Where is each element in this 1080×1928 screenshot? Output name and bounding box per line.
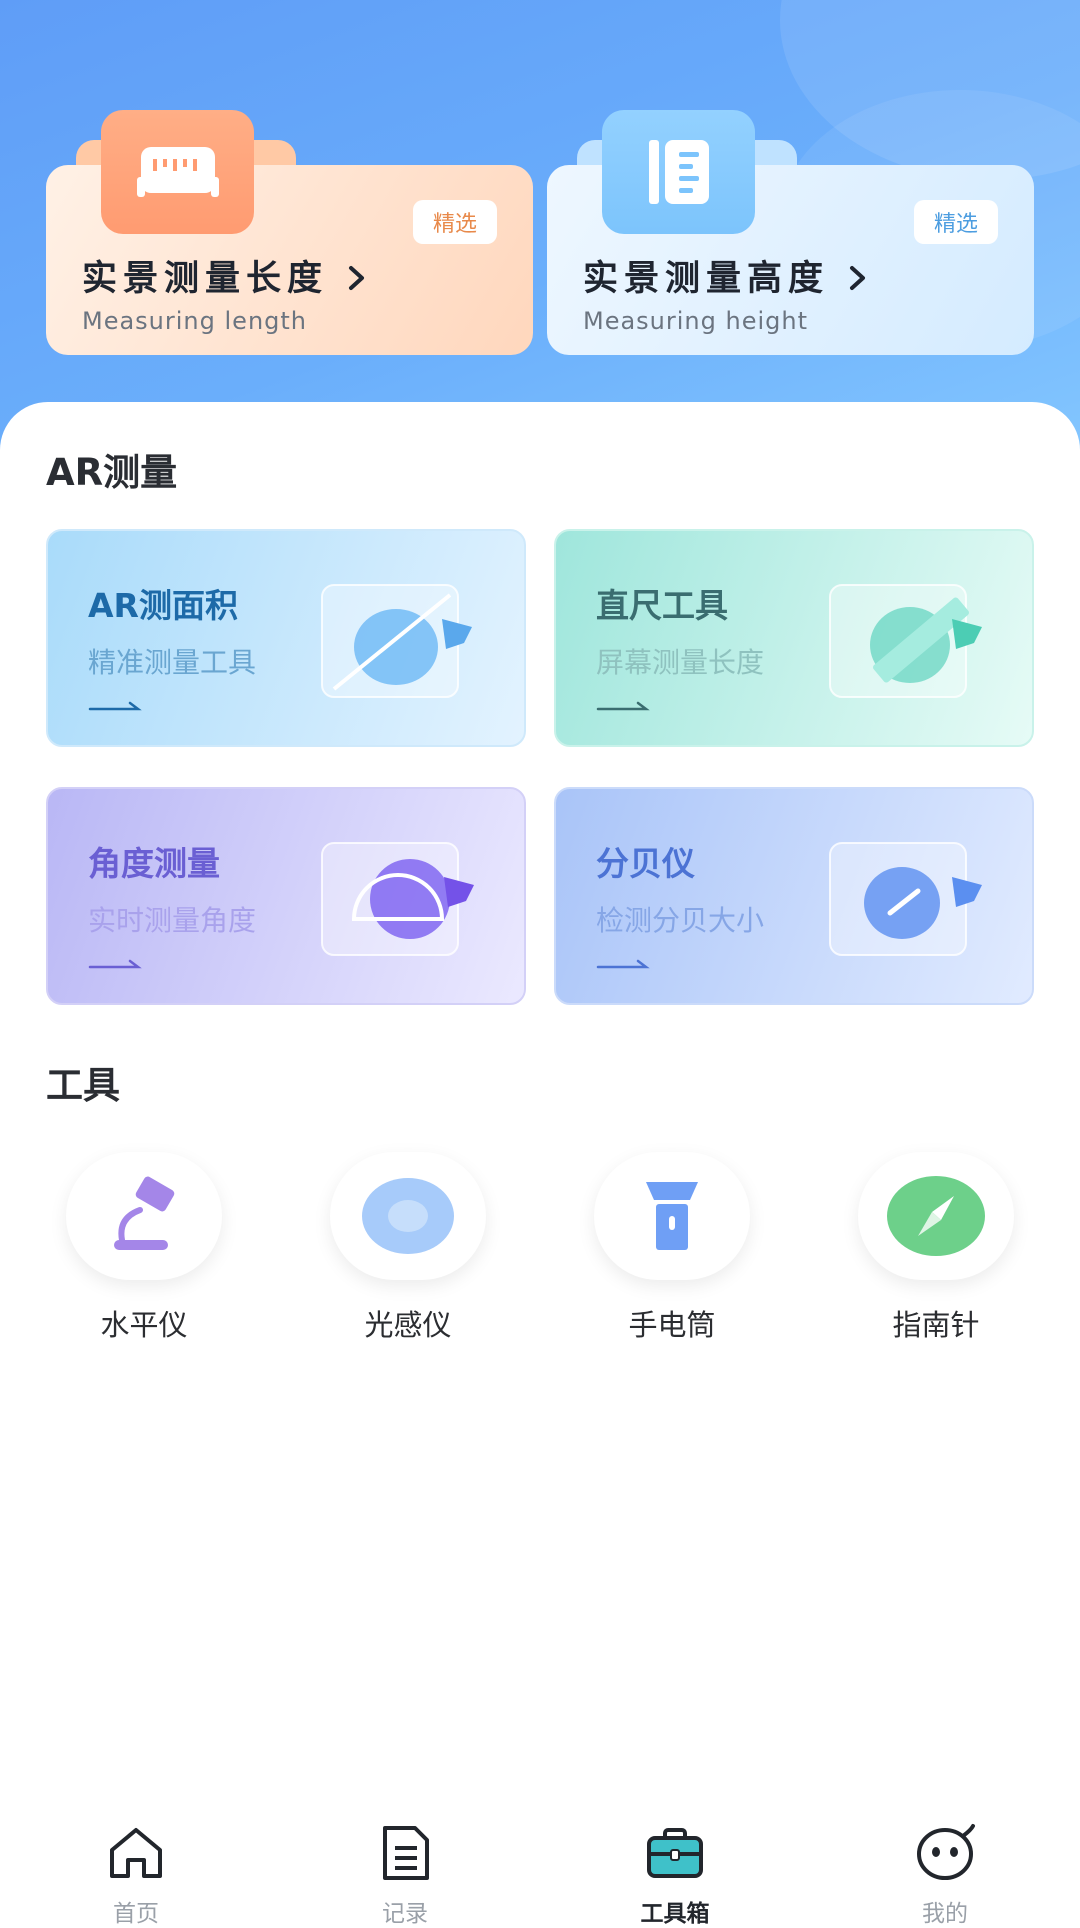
decibel-meter-icon: [829, 842, 982, 956]
tool-light-sensor[interactable]: 光感仪: [318, 1152, 498, 1344]
card-title: AR测面积: [88, 586, 238, 625]
arrow-right-icon: [596, 701, 650, 711]
tool-level[interactable]: 水平仪: [54, 1152, 234, 1344]
ruler-tool-card[interactable]: 直尺工具 屏幕测量长度: [554, 529, 1034, 747]
height-ruler-icon: [602, 110, 755, 234]
tab-label: 我的: [922, 1901, 968, 1927]
light-sensor-icon: [330, 1152, 486, 1280]
chevron-right-icon: [346, 259, 368, 299]
featured-badge: 精选: [412, 200, 497, 244]
tab-toolbox[interactable]: 工具箱: [595, 1822, 755, 1928]
card-title: 实景测量长度: [82, 259, 329, 299]
tool-label: 水平仪: [100, 1308, 188, 1342]
card-subtitle: Measuring height: [583, 307, 809, 335]
tape-measure-icon: [101, 110, 254, 234]
card-subtitle: 实时测量角度: [88, 904, 257, 937]
profile-icon: [917, 1824, 975, 1880]
arrow-right-icon: [88, 701, 142, 711]
home-icon: [110, 1828, 162, 1878]
tool-compass[interactable]: 指南针: [846, 1152, 1026, 1344]
card-subtitle: Measuring length: [82, 307, 308, 335]
card-title: 分贝仪: [596, 844, 695, 883]
tab-records[interactable]: 记录: [325, 1822, 485, 1928]
arrow-right-icon: [88, 959, 142, 969]
card-title: 直尺工具: [596, 586, 728, 625]
tool-label: 光感仪: [364, 1308, 452, 1342]
card-title: 角度测量: [88, 844, 220, 883]
flashlight-icon: [594, 1152, 750, 1280]
decibel-meter-card[interactable]: 分贝仪 检测分贝大小: [554, 787, 1034, 1005]
tools-section-title: 工具: [46, 1064, 120, 1107]
measure-length-card[interactable]: 精选 实景测量长度 Measuring length: [46, 110, 533, 355]
level-icon: [66, 1152, 222, 1280]
card-title: 实景测量高度: [583, 259, 830, 299]
toolbox-icon: [647, 1828, 703, 1878]
angle-measure-card[interactable]: 角度测量 实时测量角度: [46, 787, 526, 1005]
tab-label: 工具箱: [640, 1901, 710, 1927]
records-icon: [383, 1826, 429, 1880]
card-subtitle: 检测分贝大小: [596, 904, 765, 937]
ar-section-title: AR测量: [46, 451, 178, 494]
tab-label: 首页: [113, 1901, 159, 1927]
arrow-right-icon: [596, 959, 650, 969]
ar-area-card[interactable]: AR测面积 精准测量工具: [46, 529, 526, 747]
card-subtitle: 精准测量工具: [88, 646, 257, 679]
tool-label: 手电筒: [628, 1308, 716, 1342]
tool-label: 指南针: [892, 1308, 980, 1342]
tab-profile[interactable]: 我的: [865, 1822, 1025, 1928]
area-measure-icon: [321, 584, 472, 698]
bottom-tab-bar: 首页 记录 工具箱 我的: [0, 1800, 1080, 1927]
featured-badge: 精选: [913, 200, 998, 244]
compass-icon: [858, 1152, 1014, 1280]
chevron-right-icon: [847, 259, 869, 299]
protractor-icon: [321, 842, 474, 956]
tool-flashlight[interactable]: 手电筒: [582, 1152, 762, 1344]
hero-banner: 精选 实景测量长度 Measuring length 精选 实景测量高度 Mea…: [0, 0, 1080, 470]
ruler-icon: [829, 584, 982, 698]
measure-height-card[interactable]: 精选 实景测量高度 Measuring height: [547, 110, 1034, 355]
tab-label: 记录: [382, 1901, 428, 1927]
tab-home[interactable]: 首页: [56, 1822, 216, 1928]
card-subtitle: 屏幕测量长度: [596, 646, 765, 679]
